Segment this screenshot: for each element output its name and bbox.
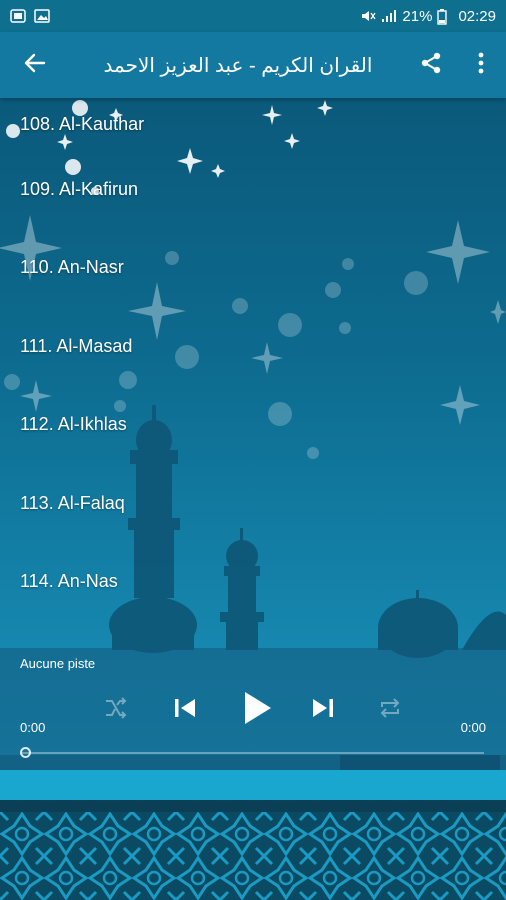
- list-item[interactable]: 110. An-Nasr: [0, 229, 506, 308]
- page-title: القران الكريم - عبد العزيز الاحمد: [103, 54, 373, 77]
- arrow-left-icon: [24, 52, 46, 79]
- signal-icon: [381, 9, 397, 23]
- share-icon: [419, 51, 443, 80]
- list-item[interactable]: 109. Al-Kafirun: [0, 150, 506, 229]
- image-icon: [34, 9, 50, 23]
- battery-percent: 21%: [402, 7, 433, 25]
- media-player: Aucune piste 0:00 0:00: [0, 648, 506, 770]
- back-button[interactable]: [0, 32, 70, 98]
- shuffle-button[interactable]: [98, 692, 134, 728]
- skip-previous-icon: [173, 697, 197, 724]
- duration-time: 0:00: [460, 720, 486, 735]
- previous-button[interactable]: [167, 692, 203, 728]
- overflow-menu-button[interactable]: [456, 32, 506, 98]
- geometric-pattern-icon: [0, 812, 506, 900]
- shuffle-icon: [104, 696, 128, 724]
- decorative-divider: [0, 800, 506, 812]
- track-label: Aucune piste: [20, 656, 96, 671]
- battery-icon: [437, 9, 453, 25]
- app-bar: القران الكريم - عبد العزيز الاحمد: [0, 32, 506, 98]
- list-item[interactable]: 108. Al-Kauthar: [0, 98, 506, 150]
- list-item[interactable]: 112. Al-Ikhlas: [0, 386, 506, 465]
- repeat-button[interactable]: [372, 692, 408, 728]
- status-bar: 21% 02:29: [0, 0, 506, 32]
- mute-icon: [360, 9, 376, 23]
- islamic-pattern: [0, 812, 506, 900]
- seek-bar-track[interactable]: [22, 752, 484, 754]
- clock: 02:29: [458, 7, 496, 25]
- list-item[interactable]: 111. Al-Masad: [0, 307, 506, 386]
- decorative-band: [0, 770, 506, 800]
- system-indicators: 21% 02:29: [360, 8, 496, 25]
- notification-icons: [10, 9, 50, 23]
- list-item[interactable]: 113. Al-Falaq: [0, 464, 506, 543]
- play-icon: [242, 691, 272, 730]
- repeat-icon: [378, 697, 402, 724]
- notification-icon: [10, 9, 26, 23]
- more-vertical-icon: [478, 52, 484, 79]
- list-item[interactable]: 114. An-Nas: [0, 543, 506, 622]
- elapsed-time: 0:00: [20, 720, 46, 735]
- share-button[interactable]: [406, 32, 456, 98]
- seek-bar-thumb[interactable]: [20, 747, 31, 758]
- surah-list: 108. Al-Kauthar 109. Al-Kafirun 110. An-…: [0, 98, 506, 621]
- play-button[interactable]: [237, 690, 277, 730]
- skip-next-icon: [311, 697, 335, 724]
- next-button[interactable]: [305, 692, 341, 728]
